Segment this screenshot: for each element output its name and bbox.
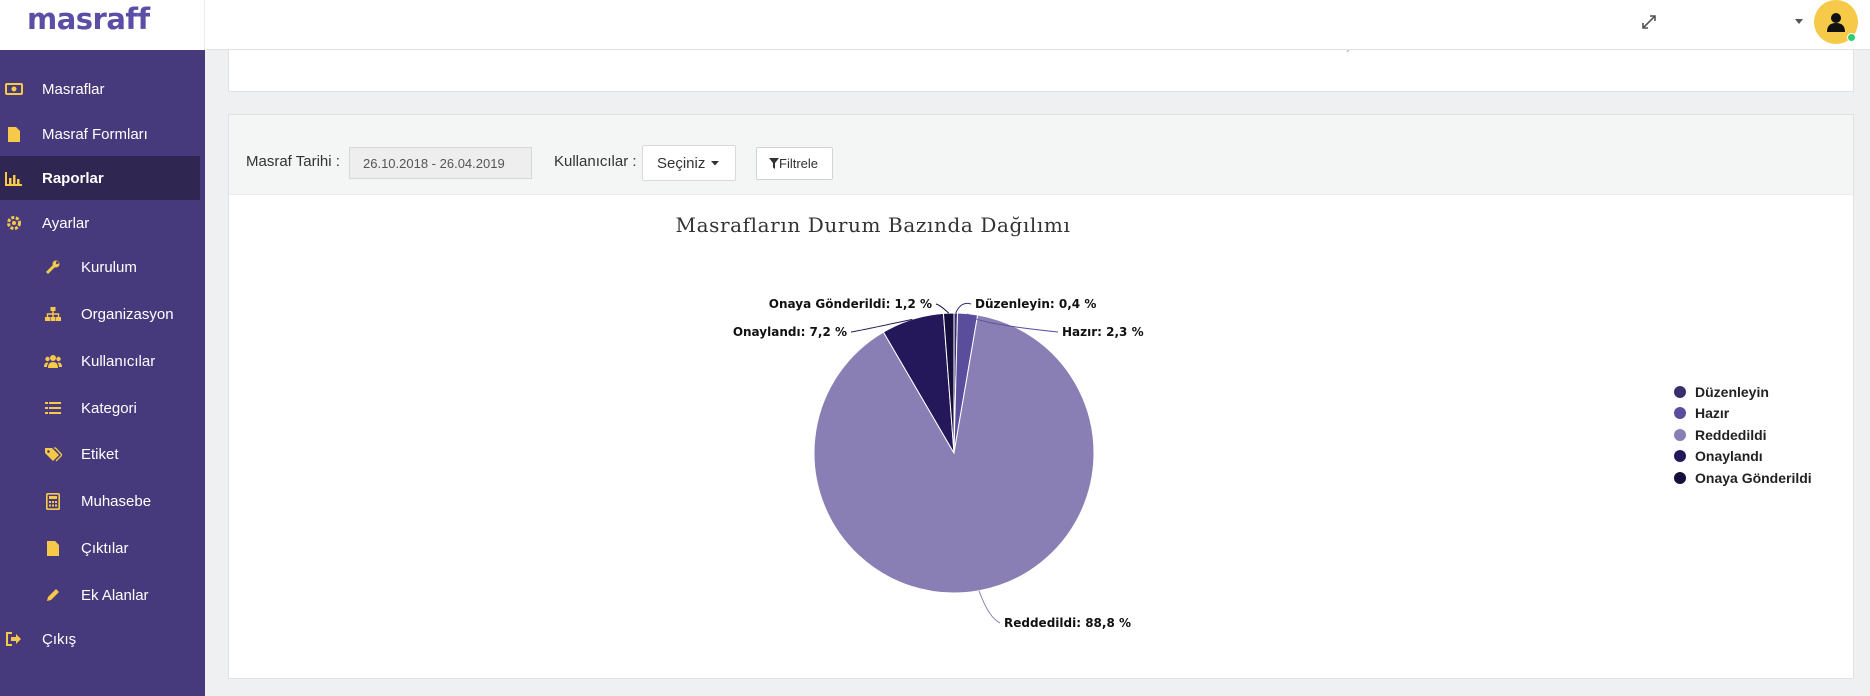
filter-button-label: Filtrele: [779, 156, 819, 171]
logo-box: masraff: [0, 0, 205, 50]
data-label: Onaya Gönderildi: 1,2 %: [769, 297, 932, 311]
file-icon: [44, 539, 62, 557]
sidebar-item-masraflar[interactable]: Masraflar: [0, 67, 200, 111]
status-distribution-card: Masraf Tarihi : Kullanıcılar : Seçiniz F…: [228, 114, 1854, 679]
sidebar-item-kurulum[interactable]: Kurulum: [0, 245, 200, 289]
list-icon: [44, 399, 62, 417]
logo[interactable]: masraff: [27, 2, 150, 36]
sidebar-item-ek-alanlar[interactable]: Ek Alanlar: [0, 573, 200, 617]
legend-item[interactable]: Onaylandı: [1674, 446, 1812, 468]
filter-icon: [769, 158, 779, 169]
sign-out-icon: [5, 630, 23, 648]
legend-label: Hazır: [1695, 405, 1730, 422]
gear-icon: [5, 214, 23, 232]
users-select-value: Seçiniz: [657, 154, 706, 172]
sidebar-item-cikis[interactable]: Çıkış: [0, 617, 200, 661]
filter-button[interactable]: Filtrele: [756, 147, 833, 180]
tags-icon: [44, 445, 62, 463]
chart-title: Masrafların Durum Bazında Dağılımı: [676, 213, 1071, 237]
sidebar-item-label: Kullanıcılar: [81, 352, 156, 370]
caret-down-icon[interactable]: [1792, 14, 1806, 28]
data-label: Düzenleyin: 0,4 %: [975, 297, 1096, 311]
sidebar-item-label: Ek Alanlar: [81, 586, 149, 604]
pencil-icon: [44, 586, 62, 604]
sidebar-item-label: Raporlar: [42, 169, 104, 187]
data-label: Hazır: 2,3 %: [1062, 325, 1144, 339]
bar-chart-icon: [5, 169, 23, 187]
legend-label: Reddedildi: [1695, 426, 1767, 443]
legend-swatch: [1674, 471, 1686, 484]
caret-down-icon: [711, 161, 720, 166]
expand-icon[interactable]: [1638, 11, 1660, 33]
online-status-dot: [1847, 33, 1856, 42]
sidebar-item-label: Çıkış: [42, 630, 77, 648]
legend-swatch: [1674, 450, 1686, 463]
sidebar-item-label: Ayarlar: [42, 214, 90, 232]
sidebar-item-label: Masraf Formları: [42, 125, 148, 143]
data-label: Onaylandı: 7,2 %: [733, 325, 847, 339]
sidebar-item-label: Kurulum: [81, 258, 137, 276]
sidebar-item-raporlar[interactable]: Raporlar: [0, 156, 200, 200]
sidebar-item-label: Kategori: [81, 399, 137, 417]
file-icon: [5, 125, 23, 143]
sidebar-item-ciktilar[interactable]: Çıktılar: [0, 526, 200, 570]
filter-bar: Masraf Tarihi : Kullanıcılar : Seçiniz F…: [229, 115, 1853, 195]
sidebar-item-masraf-formlari[interactable]: Masraf Formları: [0, 112, 200, 156]
sidebar-item-muhasebe[interactable]: Muhasebe: [0, 479, 200, 523]
legend-item[interactable]: Onaya Gönderildi: [1674, 467, 1812, 489]
legend-label: Düzenleyin: [1695, 383, 1769, 400]
legend-item[interactable]: Düzenleyin: [1674, 381, 1812, 403]
sidebar-item-kullanicilar[interactable]: Kullanıcılar: [0, 339, 200, 383]
date-filter-label: Masraf Tarihi :: [246, 153, 340, 170]
legend-item[interactable]: Reddedildi: [1674, 424, 1812, 446]
money-icon: [5, 80, 23, 98]
users-select[interactable]: Seçiniz: [642, 145, 736, 181]
pie-chart: Masrafların Durum Bazında Dağılımı Düzen…: [676, 213, 1144, 630]
legend-swatch: [1674, 428, 1686, 441]
sidebar-item-etiket[interactable]: Etiket: [0, 432, 200, 476]
chart-legend: Düzenleyin Hazır Reddedildi Onaylandı Onaya …: [1674, 381, 1812, 489]
legend-swatch: [1674, 407, 1686, 420]
wrench-icon: [44, 258, 62, 276]
sidebar-item-label: Organizasyon: [81, 305, 174, 323]
sidebar-item-ayarlar[interactable]: Ayarlar: [0, 201, 200, 245]
sidebar: Masraflar Masraf Formları Raporlar Ayarl…: [0, 50, 205, 696]
sidebar-item-label: Etiket: [81, 445, 119, 463]
legend-item[interactable]: Hazır: [1674, 403, 1812, 425]
users-filter-label: Kullanıcılar :: [554, 153, 637, 170]
sidebar-item-organizasyon[interactable]: Organizasyon: [0, 292, 200, 336]
calculator-icon: [44, 492, 62, 510]
legend-label: Onaylandı: [1695, 448, 1763, 465]
legend-label: Onaya Gönderildi: [1695, 469, 1812, 486]
sidebar-item-label: Çıktılar: [81, 539, 129, 557]
sidebar-item-label: Masraflar: [42, 80, 105, 98]
data-label-connector: [955, 302, 972, 314]
user-icon: [1827, 13, 1845, 32]
data-label-connector: [935, 303, 950, 314]
sitemap-icon: [44, 305, 62, 323]
users-icon: [44, 352, 62, 370]
legend-swatch: [1674, 385, 1686, 398]
date-range-input[interactable]: [349, 147, 532, 179]
data-label-connector: [978, 590, 1001, 624]
data-label: Reddedildi: 88,8 %: [1004, 616, 1131, 630]
sidebar-item-label: Muhasebe: [81, 492, 152, 510]
monthly-summary-card: Önceki Yılın Ortalaması Ekim Kasım Aralı…: [228, 44, 1854, 92]
top-bar: masraff: [0, 0, 1870, 50]
sidebar-item-kategori[interactable]: Kategori: [0, 386, 200, 430]
